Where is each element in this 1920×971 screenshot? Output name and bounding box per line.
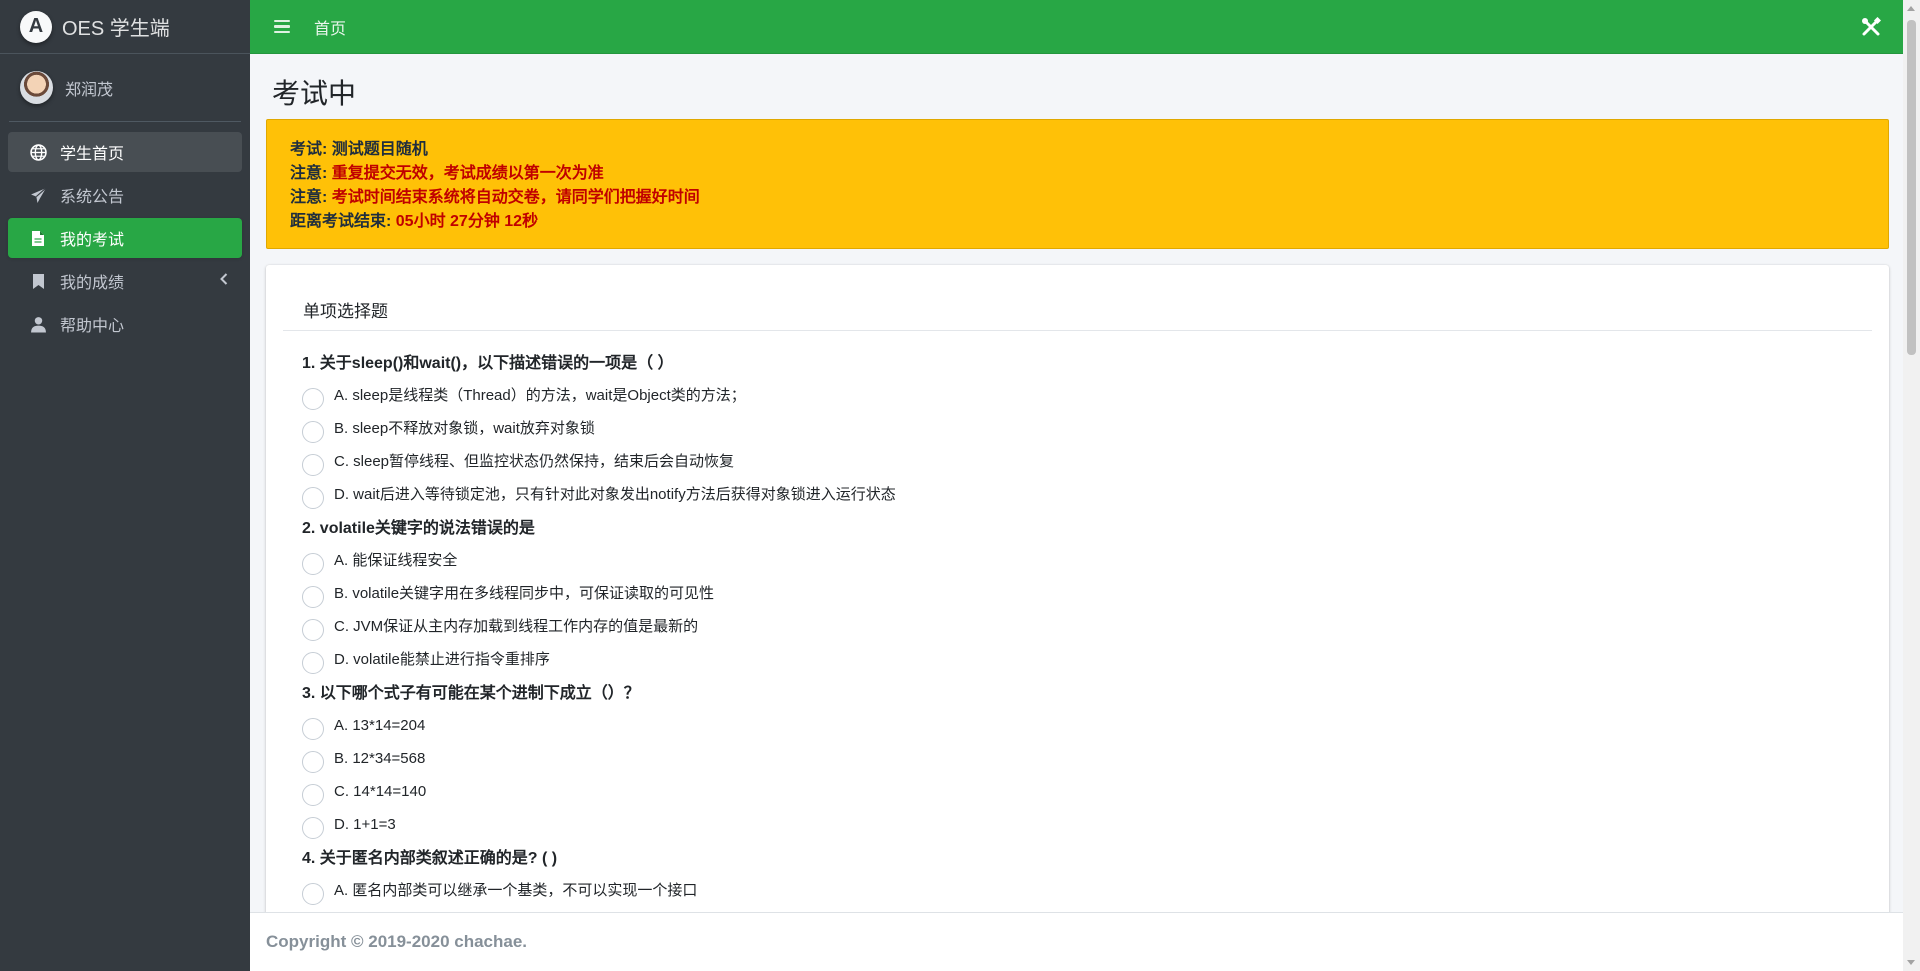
question-list: 1. 关于sleep()和wait()，以下描述错误的一项是（ ） A. sle… bbox=[302, 353, 1862, 914]
sidebar-item-announcements[interactable]: 系统公告 bbox=[8, 175, 242, 215]
answer-option[interactable]: D. volatile能禁止进行指令重排序 bbox=[302, 650, 1862, 683]
radio-button[interactable] bbox=[302, 817, 324, 839]
option-text: D. 1+1=3 bbox=[334, 816, 396, 833]
globe-icon bbox=[28, 142, 48, 162]
radio-button[interactable] bbox=[302, 784, 324, 806]
answer-option[interactable]: C. JVM保证从主内存加载到线程工作内存的值是最新的 bbox=[302, 617, 1862, 650]
question-title: 2. volatile关键字的说法错误的是 bbox=[302, 520, 535, 537]
radio-button[interactable] bbox=[302, 421, 324, 443]
radio-button[interactable] bbox=[302, 586, 324, 608]
exam-label: 考试: bbox=[290, 141, 332, 158]
brand-link[interactable]: A OES 学生端 bbox=[0, 0, 250, 54]
exam-info-alert: 考试: 测试题目随机 注意: 重复提交无效，考试成绩以第一次为准 注意: 考试时… bbox=[266, 119, 1889, 249]
paper-plane-icon bbox=[28, 185, 48, 205]
brand-title: OES 学生端 bbox=[62, 18, 170, 40]
radio-button[interactable] bbox=[302, 388, 324, 410]
avatar bbox=[20, 71, 53, 104]
answer-option[interactable]: A. sleep是线程类（Thread）的方法，wait是Object类的方法； bbox=[302, 386, 1862, 419]
answer-option[interactable]: D. 1+1=3 bbox=[302, 815, 1862, 848]
card-header: 单项选择题 bbox=[283, 265, 1872, 331]
answer-option[interactable]: B. volatile关键字用在多线程同步中，可保证读取的可见性 bbox=[302, 584, 1862, 617]
sidebar-nav: 学生首页 系统公告 我的考试 我的成绩 帮助中心 bbox=[0, 122, 250, 344]
radio-button[interactable] bbox=[302, 487, 324, 509]
radio-button[interactable] bbox=[302, 751, 324, 773]
footer: Copyright © 2019-2020 chachae. bbox=[250, 912, 1903, 971]
note1-text: 重复提交无效，考试成绩以第一次为准 bbox=[331, 165, 604, 182]
user-icon bbox=[28, 314, 48, 334]
option-text: A. 13*14=204 bbox=[334, 717, 426, 734]
section-title: 单项选择题 bbox=[303, 302, 388, 321]
copyright-text: Copyright © 2019-2020 chachae. bbox=[266, 932, 528, 951]
radio-button[interactable] bbox=[302, 883, 324, 905]
chevron-left-icon bbox=[220, 272, 228, 288]
countdown-label: 距离考试结束: bbox=[290, 213, 396, 230]
file-icon bbox=[28, 228, 48, 248]
sidebar-item-my-grades[interactable]: 我的成绩 bbox=[8, 261, 242, 301]
sidebar-item-label: 系统公告 bbox=[60, 189, 125, 206]
answer-option[interactable]: C. 14*14=140 bbox=[302, 782, 1862, 815]
option-text: C. JVM保证从主内存加载到线程工作内存的值是最新的 bbox=[334, 618, 699, 635]
answer-option[interactable]: B. 12*34=568 bbox=[302, 749, 1862, 782]
note2-text: 考试时间结束系统将自动交卷，请同学们把握好时间 bbox=[331, 189, 700, 206]
sidebar-item-label: 我的考试 bbox=[60, 232, 125, 249]
page-title: 考试中 bbox=[272, 78, 357, 109]
sidebar-item-student-home[interactable]: 学生首页 bbox=[8, 132, 242, 172]
tools-icon[interactable] bbox=[1861, 16, 1882, 37]
radio-button[interactable] bbox=[302, 718, 324, 740]
exam-name-line: 考试: 测试题目随机 bbox=[290, 138, 1865, 162]
option-text: D. volatile能禁止进行指令重排序 bbox=[334, 651, 550, 668]
sidebar-item-label: 学生首页 bbox=[60, 146, 125, 163]
radio-button[interactable] bbox=[302, 619, 324, 641]
option-text: B. volatile关键字用在多线程同步中，可保证读取的可见性 bbox=[334, 585, 715, 602]
countdown-line: 距离考试结束: 05小时 27分钟 12秒 bbox=[290, 210, 1865, 234]
note1-label: 注意: bbox=[290, 165, 332, 182]
sidebar-item-label: 我的成绩 bbox=[60, 275, 125, 292]
exam-name: 测试题目随机 bbox=[331, 141, 428, 158]
question-title: 4. 关于匿名内部类叙述正确的是? ( ) bbox=[302, 850, 558, 867]
option-text: B. sleep不释放对象锁，wait放弃对象锁 bbox=[334, 420, 595, 437]
countdown-value: 05小时 27分钟 12秒 bbox=[395, 213, 539, 230]
answer-option[interactable]: A. 匿名内部类可以继承一个基类，不可以实现一个接口 bbox=[302, 881, 1862, 914]
main-content: 考试中 考试: 测试题目随机 注意: 重复提交无效，考试成绩以第一次为准 注意:… bbox=[250, 54, 1903, 925]
option-text: A. 匿名内部类可以继承一个基类，不可以实现一个接口 bbox=[334, 882, 698, 899]
top-navbar: 首页 bbox=[250, 0, 1903, 54]
option-text: B. 12*34=568 bbox=[334, 750, 426, 767]
user-panel[interactable]: 郑润茂 bbox=[9, 54, 241, 122]
option-text: C. sleep暂停线程、但监控状态仍然保持，结束后会自动恢复 bbox=[334, 453, 735, 470]
option-text: C. 14*14=140 bbox=[334, 783, 427, 800]
answer-option[interactable]: B. sleep不释放对象锁，wait放弃对象锁 bbox=[302, 419, 1862, 452]
answer-option[interactable]: A. 13*14=204 bbox=[302, 716, 1862, 749]
sidebar-item-my-exams[interactable]: 我的考试 bbox=[8, 218, 242, 258]
answer-option[interactable]: C. sleep暂停线程、但监控状态仍然保持，结束后会自动恢复 bbox=[302, 452, 1862, 485]
sidebar-item-help-center[interactable]: 帮助中心 bbox=[8, 304, 242, 344]
scroll-thumb[interactable] bbox=[1907, 20, 1916, 355]
answer-option[interactable]: D. wait后进入等待锁定池，只有针对此对象发出notify方法后获得对象锁进… bbox=[302, 485, 1862, 518]
scrollbar[interactable] bbox=[1903, 0, 1920, 971]
brand-logo: A bbox=[20, 10, 52, 43]
option-text: A. 能保证线程安全 bbox=[334, 552, 458, 569]
scroll-down-icon[interactable] bbox=[1907, 960, 1915, 965]
sidebar: A OES 学生端 郑润茂 学生首页 系统公告 我的考试 我的成绩 帮助中心 bbox=[0, 0, 250, 971]
bars-icon[interactable] bbox=[274, 19, 290, 34]
bookmark-icon bbox=[28, 271, 48, 291]
question-title: 1. 关于sleep()和wait()，以下描述错误的一项是（ ） bbox=[302, 355, 674, 372]
radio-button[interactable] bbox=[302, 652, 324, 674]
note-line-2: 注意: 考试时间结束系统将自动交卷，请同学们把握好时间 bbox=[290, 186, 1865, 210]
scroll-up-icon[interactable] bbox=[1907, 6, 1915, 11]
note2-label: 注意: bbox=[290, 189, 332, 206]
option-text: A. sleep是线程类（Thread）的方法，wait是Object类的方法； bbox=[334, 387, 746, 404]
user-name: 郑润茂 bbox=[65, 81, 114, 99]
radio-button[interactable] bbox=[302, 454, 324, 476]
option-text: D. wait后进入等待锁定池，只有针对此对象发出notify方法后获得对象锁进… bbox=[334, 486, 896, 503]
answer-option[interactable]: A. 能保证线程安全 bbox=[302, 551, 1862, 584]
home-link[interactable]: 首页 bbox=[314, 15, 346, 39]
radio-button[interactable] bbox=[302, 553, 324, 575]
question-title: 3. 以下哪个式子有可能在某个进制下成立（）？ bbox=[302, 685, 640, 702]
question-card: 单项选择题 1. 关于sleep()和wait()，以下描述错误的一项是（ ） … bbox=[266, 265, 1889, 925]
sidebar-item-label: 帮助中心 bbox=[60, 318, 125, 335]
note-line-1: 注意: 重复提交无效，考试成绩以第一次为准 bbox=[290, 162, 1865, 186]
